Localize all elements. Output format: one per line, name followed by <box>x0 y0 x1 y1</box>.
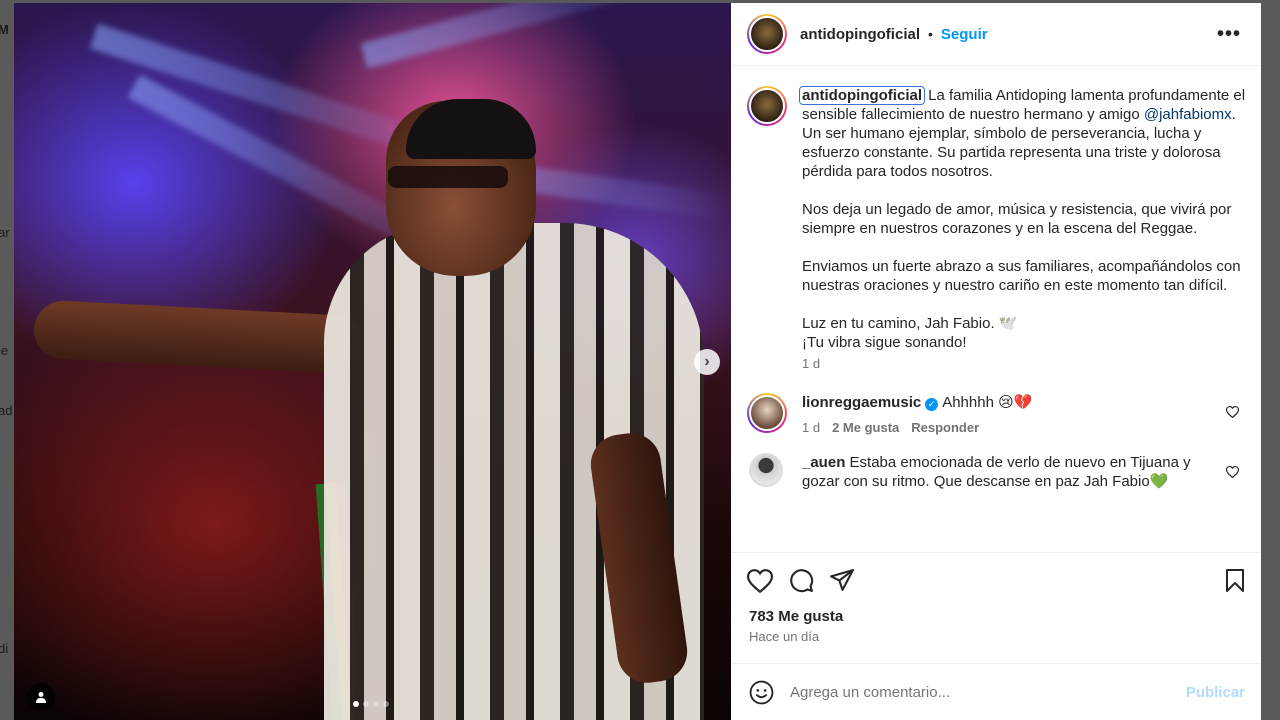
caption-timestamp[interactable]: 1 d <box>802 356 1247 371</box>
comment-text: lionreggaemusic ✓ Ahhhhh 😢💔 <box>802 393 1212 412</box>
carousel-dot <box>373 701 379 707</box>
comment-text: _auen Estaba emocionada de verlo de nuev… <box>802 453 1212 491</box>
background-text-fragment: ar <box>0 225 10 240</box>
heart-icon[interactable] <box>1225 465 1240 483</box>
background-text-fragment: je <box>0 343 9 358</box>
caption-text: antidopingoficial La familia Antidoping … <box>799 86 1247 352</box>
comment-meta: 1 d 2 Me gusta Responder <box>802 420 1212 435</box>
performer-sunglasses <box>388 166 508 188</box>
comment-likes[interactable]: 2 Me gusta <box>832 420 899 435</box>
more-horizontal-icon[interactable]: ••• <box>1217 23 1241 46</box>
emoji-icon[interactable] <box>749 680 774 705</box>
author-username[interactable]: antidopingoficial <box>800 26 920 43</box>
background-page <box>1261 0 1280 720</box>
stage-light-beam <box>360 3 677 69</box>
background-text-fragment: l <box>0 582 1 597</box>
publish-button[interactable]: Publicar <box>1186 684 1245 701</box>
mention-link[interactable]: @jahfabiomx <box>1144 106 1232 123</box>
post-header: antidopingoficial • Seguir ••• <box>731 3 1261 66</box>
heart-icon[interactable] <box>1225 405 1240 423</box>
send-icon[interactable] <box>830 569 855 592</box>
reply-button[interactable]: Responder <box>911 420 979 435</box>
user-icon[interactable] <box>27 683 55 711</box>
caption-text-part: . Un ser humano ejemplar, símbolo de per… <box>802 106 1241 351</box>
background-text-fragment: ad <box>0 403 13 418</box>
caption-username[interactable]: antidopingoficial <box>799 86 925 105</box>
carousel-dot-active <box>353 701 359 707</box>
chevron-right-icon[interactable]: › <box>694 349 720 375</box>
comment-timestamp[interactable]: 1 d <box>802 420 820 435</box>
background-page: M ar je ad l di <box>0 0 14 720</box>
follow-button[interactable]: Seguir <box>941 26 988 43</box>
performer-arm <box>32 299 366 375</box>
comment: _auen Estaba emocionada de verlo de nuev… <box>747 453 1245 491</box>
comment-content: Ahhhhh 😢💔 <box>942 394 1033 411</box>
background-text-fragment: M <box>0 22 9 37</box>
likes-count[interactable]: 783 Me gusta <box>731 608 1261 625</box>
carousel-dot <box>363 701 369 707</box>
caption: antidopingoficial La familia Antidoping … <box>747 86 1245 371</box>
comment-username[interactable]: lionreggaemusic <box>802 394 921 411</box>
avatar[interactable] <box>747 393 787 433</box>
comment-icon[interactable] <box>789 568 814 593</box>
heart-icon[interactable] <box>747 568 773 593</box>
separator-dot: • <box>928 26 933 42</box>
bookmark-icon[interactable] <box>1225 569 1245 597</box>
post-photo[interactable]: › <box>14 3 731 720</box>
comment: lionreggaemusic ✓ Ahhhhh 😢💔 1 d 2 Me gusta… <box>747 393 1245 435</box>
post-timestamp[interactable]: Hace un día <box>731 625 1261 644</box>
add-comment-bar: Publicar <box>731 663 1261 720</box>
verified-badge-icon: ✓ <box>925 398 939 411</box>
comment-content: Estaba emocionada de verlo de nuevo en T… <box>802 454 1191 490</box>
carousel-dot <box>383 701 389 707</box>
post-detail-panel: antidopingoficial • Seguir ••• antidopin… <box>731 3 1261 720</box>
avatar[interactable] <box>749 453 783 487</box>
comments-list[interactable]: antidopingoficial La familia Antidoping … <box>731 66 1261 552</box>
post-actions <box>731 552 1261 608</box>
background-text-fragment: di <box>0 641 9 656</box>
comment-input[interactable] <box>790 683 1186 701</box>
avatar[interactable] <box>747 86 787 126</box>
carousel-indicator <box>353 701 389 707</box>
comment-username[interactable]: _auen <box>802 454 845 471</box>
avatar[interactable] <box>747 14 787 54</box>
